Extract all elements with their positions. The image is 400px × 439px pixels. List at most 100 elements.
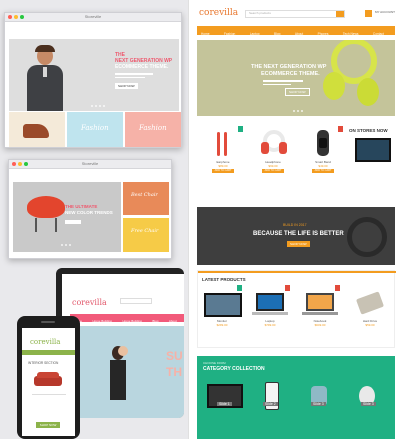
product-card[interactable]: Monitor $299.00 [200, 285, 244, 327]
product-price: $59.00 [365, 323, 375, 327]
nav-blog[interactable]: Blog [274, 32, 280, 36]
category-slide[interactable]: Slide 3 [301, 380, 341, 414]
hero-line1: THE ULTIMATE [65, 204, 98, 209]
hero-line3: ECOMMERCE THEME. [115, 64, 169, 70]
nav-tech-news[interactable]: Tech News [343, 32, 359, 36]
category-title: CATEGORY COLLECTION [203, 366, 265, 372]
laptop-logo: corevilla [72, 298, 107, 307]
cart-icon[interactable] [365, 10, 372, 17]
category-collection: CHOOSE FROM CATEGORY COLLECTION Slide 1 … [197, 356, 395, 439]
hard-drive-image [348, 285, 392, 319]
laptop-search[interactable] [120, 298, 152, 304]
phone-mockup: corevilla INTERIOR SECTION SHOP NOW [17, 316, 80, 439]
notebook-image [298, 285, 342, 319]
product-card[interactable]: Notebook $649.00 [298, 285, 342, 327]
add-to-cart-button[interactable]: ADD TO CART [212, 169, 234, 173]
man-photo [23, 45, 67, 111]
storefront-page: corevilla Search products MY ACCOUNT Hom… [188, 0, 400, 439]
store-hero: THE NEXT GENERATION WP ECOMMERCE THEME. … [197, 40, 395, 116]
window-title: Storeville [84, 14, 102, 19]
promo-monitor-image [355, 138, 391, 162]
banner-headphones-image [347, 217, 387, 257]
product-card[interactable]: Smart Band $49.00 ADD TO CART [301, 126, 345, 173]
category-slide[interactable]: Slide 2 [253, 380, 293, 414]
shoe-image [23, 124, 49, 138]
tile-fashion-pink[interactable]: Fashion [125, 112, 181, 147]
slide-label: Slide 2 [263, 402, 278, 407]
banner-text: BECAUSE THE LIFE IS BETTER [253, 231, 344, 237]
hero-banner: THE NEXT GENERATION WP ECOMMERCE THEME. … [9, 39, 179, 111]
window-titlebar: Storeville [9, 160, 171, 169]
laptop-hero-text: SU [166, 349, 183, 363]
search-input[interactable]: Search products [249, 11, 271, 15]
banner-shop-button[interactable]: SHOP NOW [287, 241, 310, 247]
nav-fashion[interactable]: Fashion [224, 32, 235, 36]
laptop-nav-item[interactable]: About [169, 319, 177, 323]
monitor-image [200, 285, 244, 319]
slide-label: Slide 3 [311, 402, 326, 407]
earphone-image [201, 126, 245, 160]
window-title: Storeville [81, 161, 99, 166]
window-titlebar: Storeville [5, 13, 181, 22]
product-price: $799.00 [264, 323, 276, 327]
category-small: CHOOSE FROM [203, 361, 226, 365]
hero-shop-button[interactable]: SHOP NOW [285, 88, 310, 96]
nav-laptop[interactable]: Laptop [250, 32, 260, 36]
account-link[interactable]: MY ACCOUNT [375, 10, 395, 14]
hero-line1: THE NEXT GENERATION WP [251, 64, 327, 70]
laptop-nav-item[interactable]: Home Building [122, 319, 142, 323]
slide-label: Slide 3 [361, 402, 376, 407]
slide-label: Slide 1 [217, 402, 232, 407]
tile1-text: Best Chair [131, 192, 158, 198]
nav-phones[interactable]: Phones [318, 32, 329, 36]
headphones-image [323, 40, 385, 114]
laptop-nav-item[interactable]: Home Building [92, 319, 112, 323]
product-price: $89.00 [218, 164, 228, 168]
tile-shoes[interactable] [9, 112, 65, 147]
hero-line2: NEW COLOR TRENDS [65, 210, 113, 215]
phone-menu-bar[interactable] [22, 350, 75, 355]
browser-window-fashion: Storeville THE NEXT GENERATION WP ECOMME… [4, 12, 182, 148]
tile-best-chair[interactable]: Best Chair [123, 182, 169, 215]
tile-fashion[interactable]: Fashion [67, 112, 123, 147]
laptop-nav-item[interactable]: Blog [152, 319, 158, 323]
slider-dots[interactable] [61, 244, 71, 246]
latest-products: LATEST PRODUCTS Monitor $299.00 Laptop $… [197, 270, 396, 348]
product-card[interactable]: Hard Drive $59.00 [348, 285, 392, 327]
smart-band-image [301, 126, 345, 160]
category-slide[interactable]: Slide 3 [349, 380, 389, 414]
nav-about[interactable]: About [295, 32, 303, 36]
tile-free-chair[interactable]: Free Chair [123, 218, 169, 252]
search-button[interactable] [336, 11, 344, 17]
phone-section-title: INTERIOR SECTION [28, 361, 59, 365]
latest-products-bar [198, 271, 396, 273]
phone-screen: corevilla INTERIOR SECTION SHOP NOW [22, 328, 75, 436]
product-price: $649.00 [314, 323, 326, 327]
banner-small-text: BUILD IN 2017 [283, 223, 307, 227]
products-row-1: Earphone $89.00 ADD TO CART Headphone $9… [197, 122, 395, 190]
slider-dots[interactable] [293, 110, 303, 112]
product-price: $299.00 [216, 323, 228, 327]
laptop-screen: corevilla Home Home Building Home Buildi… [62, 274, 184, 418]
latest-title: LATEST PRODUCTS [202, 277, 246, 282]
phone-shop-button[interactable]: SHOP NOW [36, 422, 60, 428]
store-logo[interactable]: corevilla [199, 8, 238, 18]
nav-home[interactable]: Home [201, 32, 210, 36]
hero-desc [263, 80, 303, 85]
add-to-cart-button[interactable]: ADD TO CART [312, 169, 334, 173]
main-nav: Home Fashion Laptop Blog About Phones Te… [197, 26, 395, 36]
hero-shop-button[interactable]: SHOP NOW [115, 83, 138, 89]
hero-button[interactable] [65, 220, 81, 224]
nav-contact[interactable]: Contact [373, 32, 384, 36]
product-card[interactable]: Earphone $89.00 ADD TO CART [201, 126, 245, 173]
browser-window-furniture: Storeville THE ULTIMATE NEW COLOR TRENDS… [8, 159, 172, 259]
phone-logo: corevilla [30, 338, 61, 346]
product-price: $99.00 [268, 164, 278, 168]
category-slide[interactable]: Slide 1 [203, 380, 247, 414]
add-to-cart-button[interactable]: ADD TO CART [262, 169, 284, 173]
product-card[interactable]: Laptop $799.00 [248, 285, 292, 327]
slider-dots[interactable] [91, 105, 105, 107]
phone-speaker [41, 321, 55, 323]
product-card[interactable]: Headphone $99.00 ADD TO CART [251, 126, 295, 173]
product-price: $49.00 [318, 164, 328, 168]
